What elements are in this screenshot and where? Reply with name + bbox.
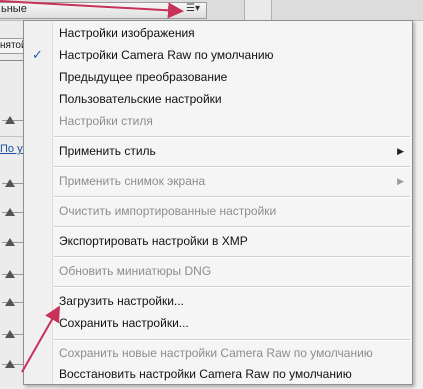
slider-thumb[interactable]	[2, 208, 24, 216]
menu-separator	[54, 226, 410, 228]
menu-separator	[54, 136, 410, 138]
menu-item-apply-preset[interactable]: Применить стиль ▶	[24, 140, 412, 162]
menu-item-camera-raw-defaults[interactable]: ✓ Настройки Camera Raw по умолчанию	[24, 44, 412, 66]
menu-item-apply-snapshot: Применить снимок экрана ▶	[24, 170, 412, 192]
menu-item-load-settings[interactable]: Загрузить настройки...	[24, 290, 412, 312]
menu-item-save-new-defaults: Сохранить новые настройки Camera Raw по …	[24, 342, 412, 364]
menu-item-label: Загрузить настройки...	[59, 294, 184, 308]
menu-separator	[54, 166, 410, 168]
checkmark-icon: ✓	[32, 47, 43, 62]
menu-separator	[54, 286, 410, 288]
menu-item-label: Восстановить настройки Camera Raw по умо…	[59, 367, 352, 381]
menu-item-label: Обновить миниатюры DNG	[59, 264, 212, 278]
menu-item-preset-settings: Настройки стиля	[24, 110, 412, 132]
menu-separator	[54, 339, 410, 341]
menu-item-label: Пользовательские настройки	[59, 92, 222, 106]
slider-thumb[interactable]	[2, 238, 24, 246]
menu-separator	[54, 196, 410, 198]
settings-popup-menu: Настройки изображения ✓ Настройки Camera…	[23, 20, 413, 385]
preset-dropdown-value: ьные	[1, 3, 27, 15]
menu-item-label: Настройки изображения	[59, 26, 195, 40]
menu-item-previous-conversion[interactable]: Предыдущее преобразование	[24, 66, 412, 88]
preset-dropdown[interactable]: ьные	[0, 2, 207, 19]
menu-item-save-settings[interactable]: Сохранить настройки...	[24, 312, 412, 334]
panel-header-strip: ьные ☰▾	[0, 0, 423, 21]
slider-thumb[interactable]	[2, 116, 24, 124]
menu-item-label: Применить стиль	[59, 144, 156, 158]
slider-thumb[interactable]	[2, 270, 24, 278]
list-menu-icon[interactable]: ☰▾	[182, 1, 204, 16]
menu-item-label: Сохранить настройки...	[59, 316, 189, 330]
slider-thumb[interactable]	[2, 330, 24, 338]
slider-thumb[interactable]	[2, 298, 24, 306]
submenu-arrow-icon: ▶	[397, 146, 404, 156]
menu-item-update-dng-previews: Обновить миниатюры DNG	[24, 260, 412, 282]
menu-item-label: Настройки стиля	[59, 114, 153, 128]
menu-item-label: Предыдущее преобразование	[59, 70, 228, 84]
slider-thumb[interactable]	[2, 360, 24, 368]
menu-item-clear-imported: Очистить импортированные настройки	[24, 200, 412, 222]
menu-item-label: Экспортировать настройки в XMP	[59, 234, 248, 248]
menu-item-label: Применить снимок экрана	[59, 174, 206, 188]
menu-item-custom-settings[interactable]: Пользовательские настройки	[24, 88, 412, 110]
menu-item-label: Сохранить новые настройки Camera Raw по …	[59, 346, 373, 360]
menu-item-image-settings[interactable]: Настройки изображения	[24, 22, 412, 44]
menu-separator	[54, 256, 410, 258]
right-panel-edge	[413, 20, 423, 389]
menu-item-export-xmp[interactable]: Экспортировать настройки в XMP	[24, 230, 412, 252]
menu-item-reset-defaults[interactable]: Восстановить настройки Camera Raw по умо…	[24, 363, 412, 385]
slider-thumb[interactable]	[2, 179, 24, 187]
menu-item-label: Настройки Camera Raw по умолчанию	[59, 48, 274, 62]
panel-divider	[244, 0, 272, 20]
menu-item-label: Очистить импортированные настройки	[59, 204, 277, 218]
submenu-arrow-icon: ▶	[397, 176, 404, 186]
